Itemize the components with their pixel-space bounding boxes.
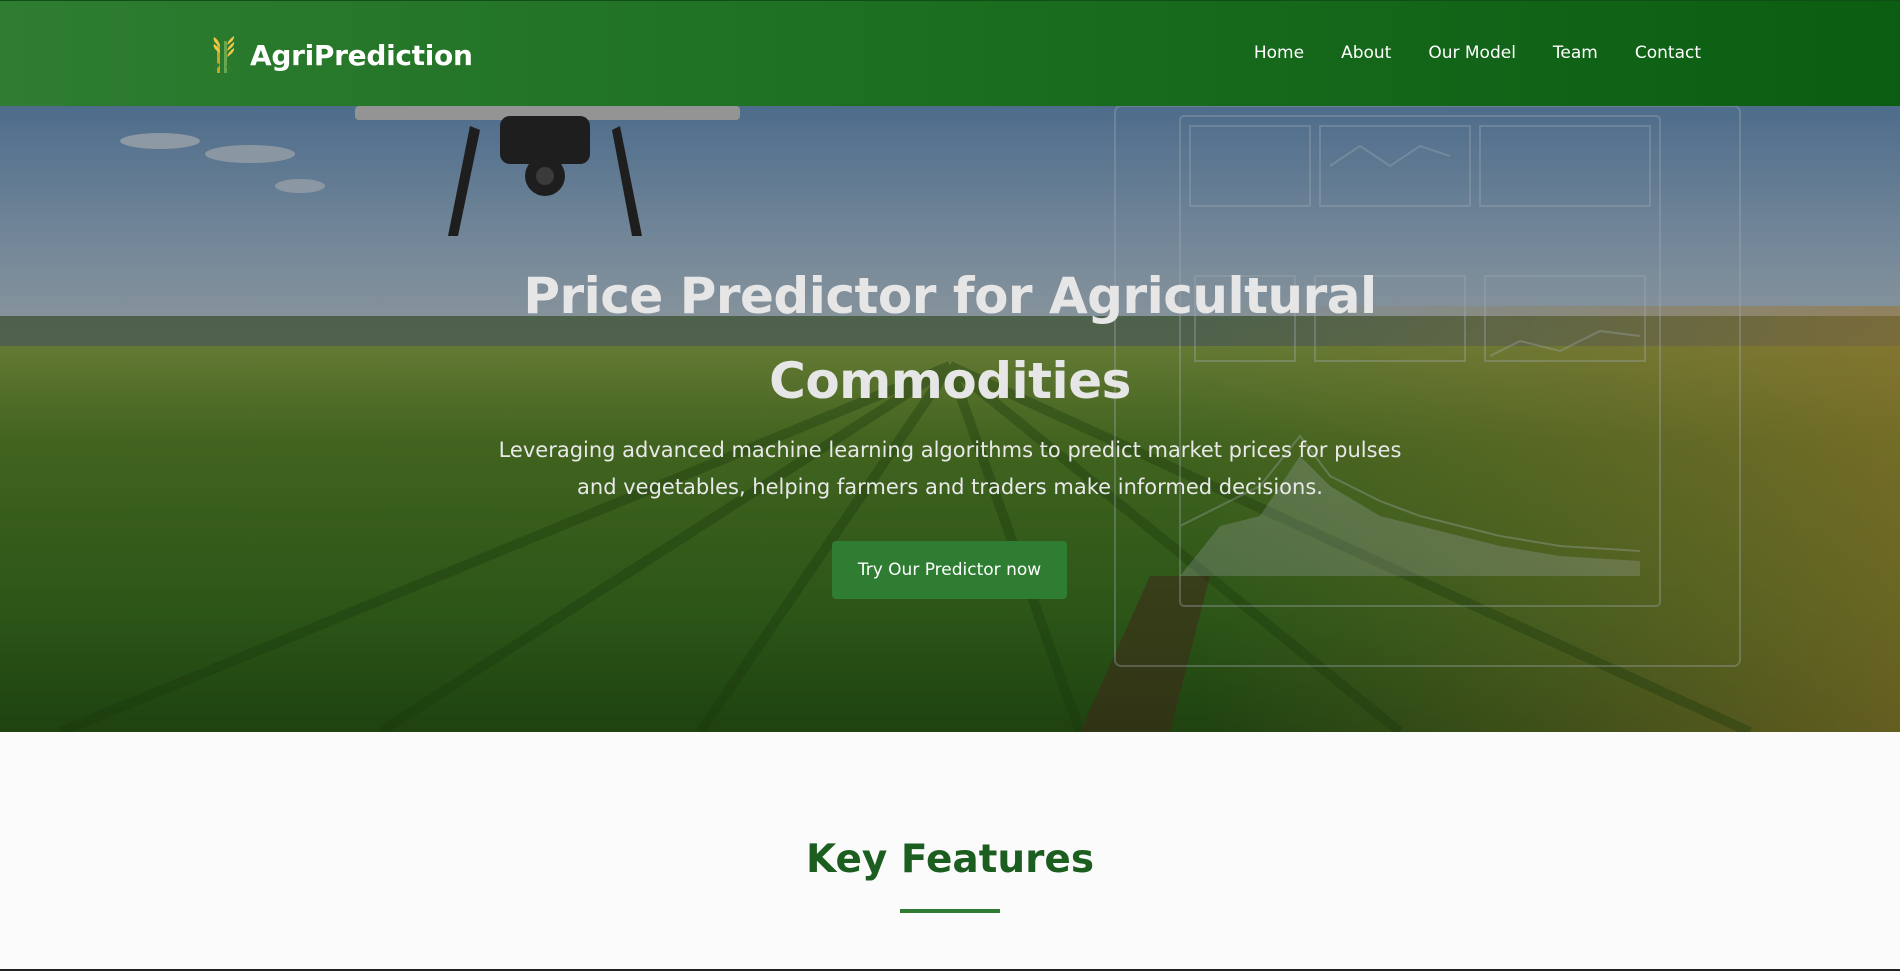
nav-about-link[interactable]: About xyxy=(1341,43,1391,63)
navbar: AgriPrediction Home About Our Model Team… xyxy=(0,0,1900,106)
hero-subtitle: Leveraging advanced machine learning alg… xyxy=(498,438,1402,499)
brand-name: AgriPrediction xyxy=(250,38,473,72)
nav-menu: Home About Our Model Team Contact xyxy=(1254,43,1701,63)
hero-content: Price Predictor for Agricultural Commodi… xyxy=(0,106,1900,732)
hero-section: Price Predictor for Agricultural Commodi… xyxy=(0,106,1900,732)
hero-title: Price Predictor for Agricultural Commodi… xyxy=(523,267,1377,410)
try-predictor-button[interactable]: Try Our Predictor now xyxy=(832,541,1067,599)
wheat-icon xyxy=(213,36,235,73)
features-title: Key Features xyxy=(805,837,1095,882)
features-title-underline xyxy=(900,909,1000,913)
nav-home-link[interactable]: Home xyxy=(1254,43,1304,63)
nav-our-model-link[interactable]: Our Model xyxy=(1428,43,1516,63)
brand-logo[interactable]: AgriPrediction xyxy=(208,35,473,75)
nav-contact-link[interactable]: Contact xyxy=(1635,43,1701,63)
nav-team-link[interactable]: Team xyxy=(1553,43,1598,63)
